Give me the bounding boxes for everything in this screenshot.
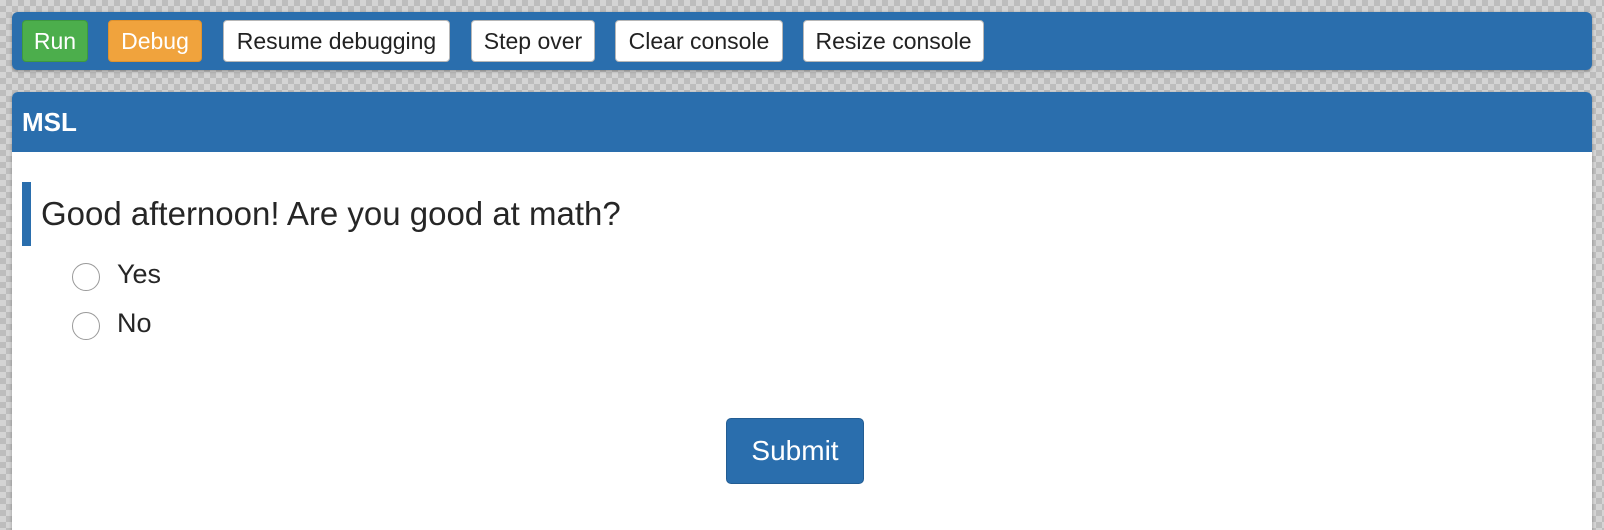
debug-button[interactable]: Debug — [108, 20, 202, 62]
submit-button[interactable]: Submit — [726, 418, 864, 484]
resize-console-button[interactable]: Resize console — [803, 20, 984, 62]
page: { "toolbar": { "run_label": "Run", "debu… — [0, 0, 1604, 530]
survey-panel: MSL Good afternoon! Are you good at math… — [12, 92, 1592, 530]
toolbar: Run Debug Resume debugging Step over Cle… — [12, 12, 1592, 70]
radio-yes[interactable] — [72, 263, 100, 291]
resume-debugging-button[interactable]: Resume debugging — [223, 20, 450, 62]
radio-no[interactable] — [72, 312, 100, 340]
option-label-yes: Yes — [117, 258, 162, 289]
option-label-no: No — [117, 307, 152, 338]
run-button[interactable]: Run — [22, 20, 88, 62]
option-yes[interactable]: Yes — [72, 254, 161, 294]
option-no[interactable]: No — [72, 303, 152, 343]
panel-title: MSL — [12, 92, 1592, 152]
question-text: Good afternoon! Are you good at math? — [22, 182, 621, 246]
step-over-button[interactable]: Step over — [471, 20, 595, 62]
clear-console-button[interactable]: Clear console — [615, 20, 783, 62]
